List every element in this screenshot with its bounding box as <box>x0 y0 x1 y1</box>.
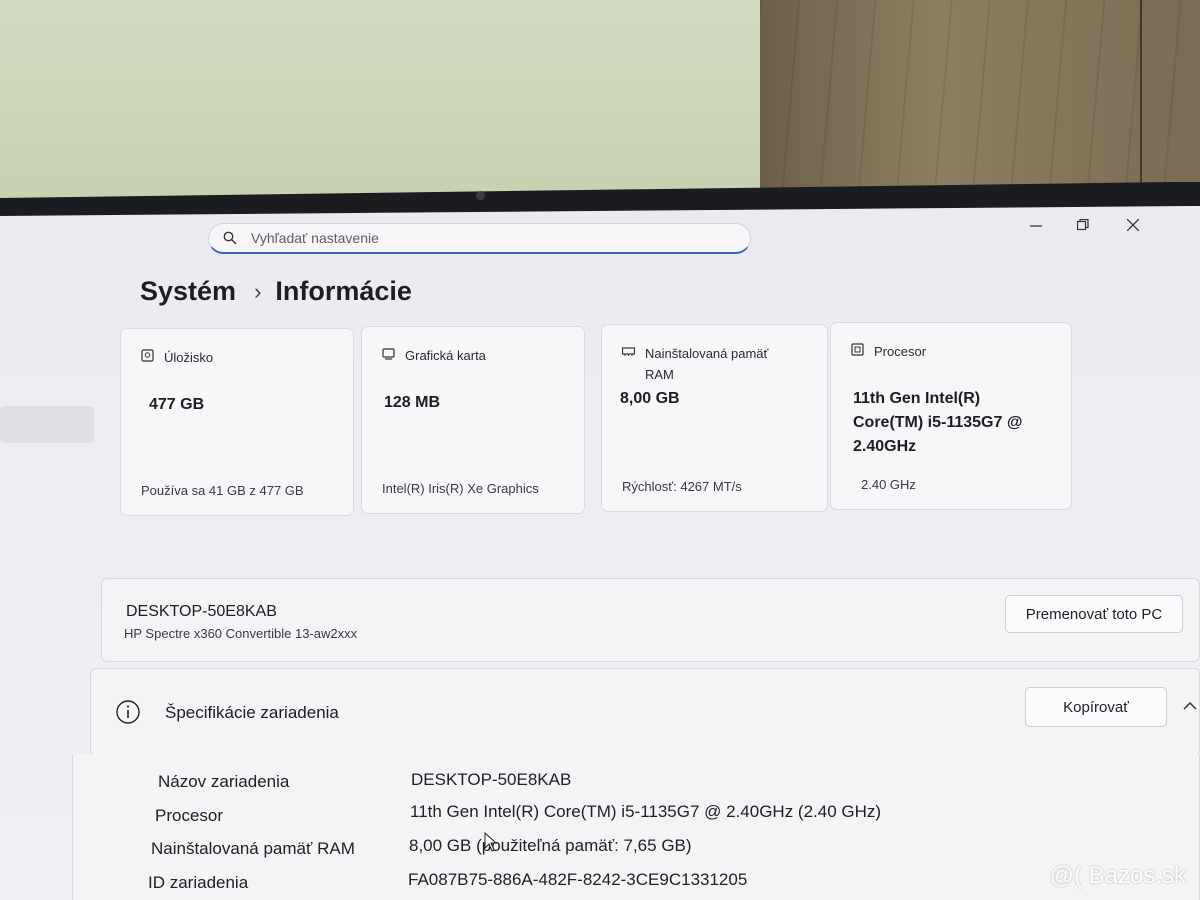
memory-detail: Rýchlosť: 4267 MT/s <box>622 479 742 494</box>
spec-value[interactable]: 8,00 GB (použiteľná pamäť: 7,65 GB) <box>409 836 692 856</box>
search-input[interactable]: Vyhľadať nastavenie <box>208 223 751 254</box>
cpu-detail: 2.40 GHz <box>861 477 916 492</box>
device-specs-body: Názov zariadenia DESKTOP-50E8KAB Proceso… <box>72 754 1200 900</box>
spec-label: Názov zariadenia <box>158 772 290 791</box>
chevron-up-icon[interactable] <box>1183 701 1197 710</box>
chevron-right-icon: › <box>254 278 262 304</box>
cpu-title: Procesor <box>874 344 927 359</box>
spec-value[interactable]: DESKTOP-50E8KAB <box>411 770 571 790</box>
page-title: Informácie <box>275 276 412 306</box>
device-name-panel: DESKTOP-50E8KAB HP Spectre x360 Converti… <box>101 578 1200 662</box>
device-name: DESKTOP-50E8KAB <box>126 603 277 620</box>
spec-label: Procesor <box>155 806 224 825</box>
watermark: @( Bazos.sk <box>1049 862 1186 889</box>
cpu-card[interactable]: Procesor 11th Gen Intel(R) Core(TM) i5-1… <box>830 322 1072 510</box>
cpu-value: 11th Gen Intel(R) Core(TM) i5-1135G7 @ 2… <box>853 390 1023 455</box>
copy-button[interactable]: Kopírovať <box>1025 687 1167 727</box>
storage-card[interactable]: Úložisko 477 GB Používa sa 41 GB z 477 G… <box>120 328 354 516</box>
sidebar-selected-item[interactable] <box>0 406 94 443</box>
memory-card[interactable]: Nainštalovaná pamäť RAM 8,00 GB Rýchlosť:… <box>601 324 828 512</box>
storage-icon <box>141 349 154 362</box>
background-wood <box>760 0 1200 200</box>
mouse-cursor-icon <box>484 832 498 852</box>
device-specs-header[interactable]: Špecifikácie zariadenia Kopírovať <box>90 668 1200 756</box>
close-icon[interactable] <box>1127 219 1139 231</box>
memory-icon <box>622 347 635 356</box>
background-wall <box>0 0 770 200</box>
breadcrumb: Systém › Informácie <box>140 276 412 307</box>
info-icon <box>116 700 140 724</box>
rename-pc-button[interactable]: Premenovať toto PC <box>1005 595 1183 633</box>
spec-value[interactable]: 11th Gen Intel(R) Core(TM) i5-1135G7 @ 2… <box>410 802 881 822</box>
device-model: HP Spectre x360 Convertible 13-aw2xxx <box>124 626 358 641</box>
memory-title: Nainštalovaná pamäť RAM <box>645 346 769 382</box>
cpu-icon <box>851 343 864 356</box>
storage-title: Úložisko <box>164 350 214 365</box>
spec-label: ID zariadenia <box>148 873 249 892</box>
gpu-detail: Intel(R) Iris(R) Xe Graphics <box>382 481 539 496</box>
minimize-icon[interactable] <box>1030 224 1042 228</box>
webcam <box>476 191 485 200</box>
spec-value[interactable]: FA087B75-886A-482F-8242-3CE9C1331205 <box>408 870 747 890</box>
memory-value: 8,00 GB <box>620 390 680 407</box>
gpu-icon <box>382 348 395 360</box>
device-specs-title: Špecifikácie zariadenia <box>165 703 339 722</box>
breadcrumb-parent[interactable]: Systém <box>140 276 236 307</box>
gpu-title: Grafická karta <box>405 348 486 363</box>
storage-value: 477 GB <box>149 396 205 413</box>
gpu-card[interactable]: Grafická karta 128 MB Intel(R) Iris(R) X… <box>361 326 585 514</box>
search-placeholder: Vyhľadať nastavenie <box>251 230 379 246</box>
gpu-value: 128 MB <box>384 394 441 411</box>
storage-detail: Používa sa 41 GB z 477 GB <box>141 483 304 498</box>
spec-label: Nainštalovaná pamäť RAM <box>151 839 355 858</box>
search-icon <box>223 231 237 245</box>
settings-window: Vyhľadať nastavenie Systém › Informácie … <box>0 206 1200 900</box>
restore-icon[interactable] <box>1077 219 1089 231</box>
